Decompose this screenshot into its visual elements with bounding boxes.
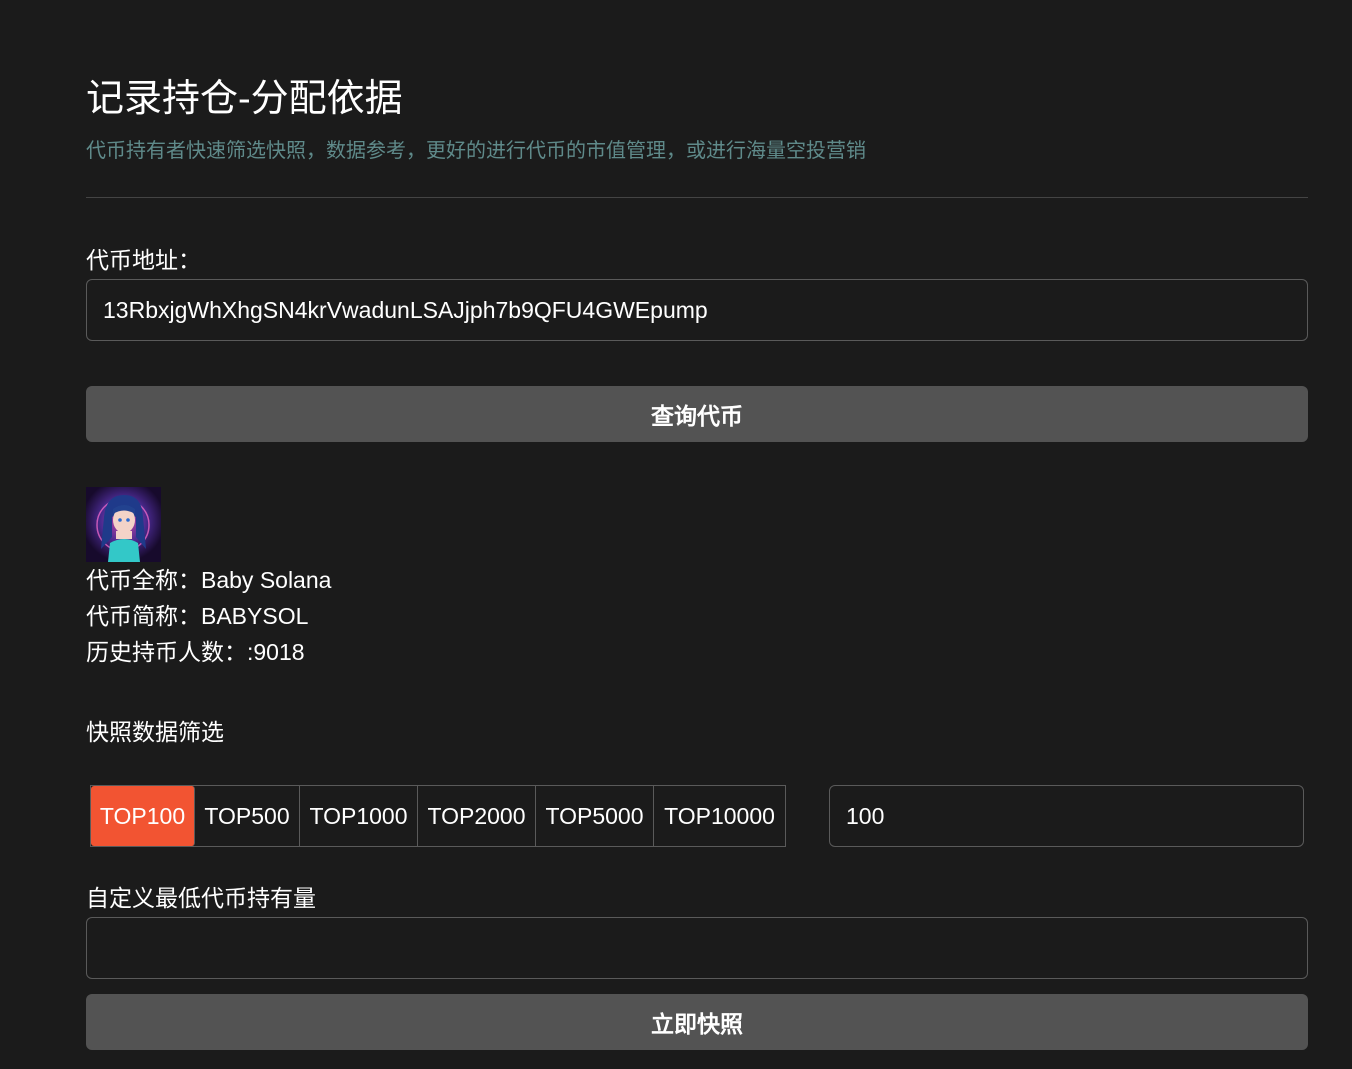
tab-top500[interactable]: TOP500 bbox=[195, 786, 300, 846]
token-address-label: 代币地址： bbox=[86, 247, 201, 273]
token-symbol-value: BABYSOL bbox=[201, 603, 309, 629]
token-holders-value: 9018 bbox=[253, 639, 305, 665]
min-holding-input[interactable] bbox=[86, 917, 1308, 979]
min-holding-label: 自定义最低代币持有量 bbox=[86, 885, 316, 911]
token-full-name: 代币全称：Baby Solana bbox=[86, 565, 331, 595]
token-avatar bbox=[86, 487, 161, 562]
token-symbol-label: 代币简称： bbox=[86, 603, 201, 629]
token-full-name-value: Baby Solana bbox=[201, 567, 332, 593]
snapshot-top-tabs: TOP100 TOP500 TOP1000 TOP2000 TOP5000 TO… bbox=[90, 785, 786, 847]
query-token-button[interactable]: 查询代币 bbox=[86, 386, 1308, 442]
snapshot-filter-label: 快照数据筛选 bbox=[86, 719, 224, 745]
tab-top1000[interactable]: TOP1000 bbox=[300, 786, 418, 846]
divider bbox=[86, 197, 1308, 198]
token-holders-label: 历史持币人数：: bbox=[86, 639, 254, 665]
tab-top100[interactable]: TOP100 bbox=[91, 786, 195, 846]
tab-top5000[interactable]: TOP5000 bbox=[536, 786, 654, 846]
page-subtitle: 代币持有者快速筛选快照，数据参考，更好的进行代币的市值管理，或进行海量空投营销 bbox=[86, 140, 866, 162]
snapshot-now-button[interactable]: 立即快照 bbox=[86, 994, 1308, 1050]
tab-top2000[interactable]: TOP2000 bbox=[418, 786, 536, 846]
snapshot-count-input[interactable] bbox=[829, 785, 1304, 847]
token-holders: 历史持币人数：:9018 bbox=[86, 637, 305, 667]
tab-top10000[interactable]: TOP10000 bbox=[654, 786, 785, 846]
token-full-name-label: 代币全称： bbox=[86, 567, 201, 593]
token-symbol: 代币简称：BABYSOL bbox=[86, 601, 308, 631]
page-title: 记录持仓-分配依据 bbox=[86, 78, 403, 121]
token-address-input[interactable] bbox=[86, 279, 1308, 341]
